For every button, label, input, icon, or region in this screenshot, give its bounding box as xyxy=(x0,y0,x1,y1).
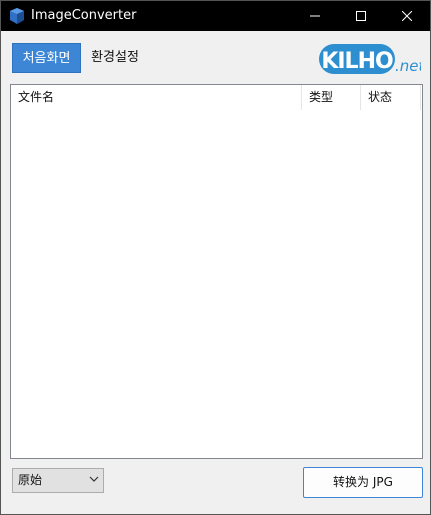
svg-text:KILHO: KILHO xyxy=(321,49,393,74)
file-list-header: 文件名 类型 状态 xyxy=(11,85,422,110)
title-bar[interactable]: ImageConverter xyxy=(1,1,430,31)
close-icon xyxy=(402,11,412,21)
app-icon xyxy=(10,8,24,24)
tab-home[interactable]: 처음화면 xyxy=(12,43,81,73)
column-header-filename[interactable]: 文件名 xyxy=(11,85,301,110)
svg-text:.net: .net xyxy=(395,57,421,75)
close-button[interactable] xyxy=(384,1,430,31)
convert-button[interactable]: 转换为 JPG xyxy=(303,467,423,498)
column-divider xyxy=(420,85,421,110)
chevron-down-icon xyxy=(89,476,99,482)
size-select[interactable]: 原始 xyxy=(12,468,104,493)
maximize-button[interactable] xyxy=(338,1,384,31)
tab-settings[interactable]: 환경설정 xyxy=(83,43,147,73)
size-select-value: 原始 xyxy=(18,473,43,487)
minimize-button[interactable] xyxy=(292,1,338,31)
column-header-type[interactable]: 类型 xyxy=(301,85,360,110)
app-window: ImageConverter 처음화면 환경설정 KILHO .net 文件名 … xyxy=(0,0,431,515)
window-title: ImageConverter xyxy=(31,8,137,23)
kilho-logo: KILHO .net xyxy=(319,44,421,75)
minimize-icon xyxy=(310,15,320,17)
column-header-status[interactable]: 状态 xyxy=(360,85,421,110)
file-list[interactable]: 文件名 类型 状态 xyxy=(10,84,423,459)
maximize-icon xyxy=(356,11,366,21)
